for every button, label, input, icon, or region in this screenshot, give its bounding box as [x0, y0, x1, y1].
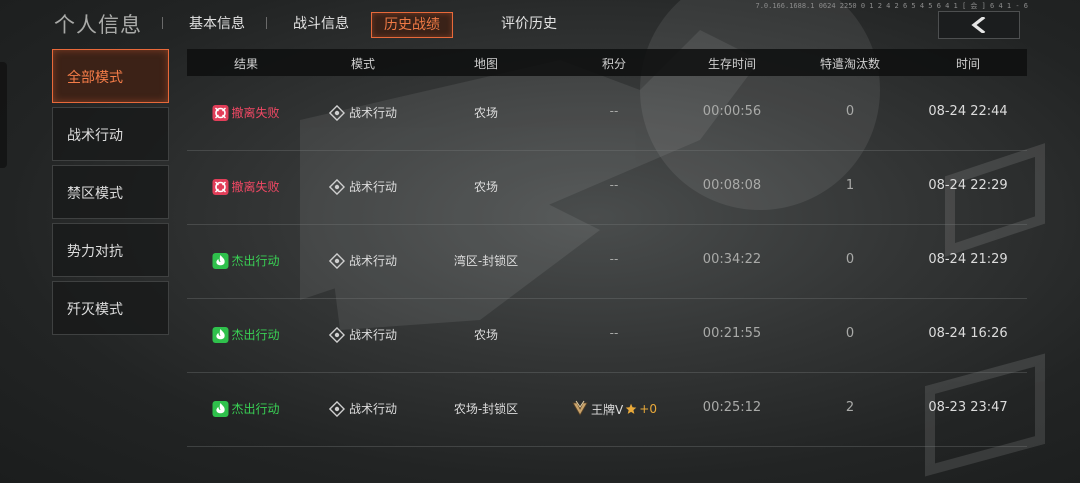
- outstanding-operation-icon: [212, 326, 229, 343]
- table-row[interactable]: 杰出行动 战术行动 湾区-封锁区 -- 00:34:22 0 08-24 21:…: [187, 224, 1027, 299]
- extraction-failed-icon: [212, 104, 229, 121]
- map-cell: 农场: [473, 180, 499, 194]
- result-text: 撤离失败: [231, 180, 280, 194]
- mode-cell: 战术行动: [328, 252, 398, 269]
- eliminations-cell: 2: [845, 400, 855, 415]
- column-header-score: 积分: [601, 57, 627, 71]
- table-row[interactable]: 杰出行动 战术行动 农场 -- 00:21:55 0 08-24 16:26: [187, 298, 1027, 373]
- eliminations-cell: 0: [845, 326, 855, 341]
- score-delta: +0: [639, 402, 657, 416]
- eliminations-cell: 0: [845, 104, 855, 119]
- column-header-mode: 模式: [350, 57, 376, 71]
- survival-time-cell: 00:08:08: [702, 178, 762, 193]
- result-cell: 撤离失败: [212, 104, 280, 121]
- survival-time-cell: 00:34:22: [702, 252, 762, 267]
- result-cell: 杰出行动: [212, 400, 280, 417]
- mode-cell: 战术行动: [328, 104, 398, 121]
- extraction-failed-icon: [212, 178, 229, 195]
- score-cell: 王牌V +0: [571, 400, 657, 418]
- score-cell: --: [609, 178, 619, 192]
- result-text: 杰出行动: [231, 402, 280, 416]
- match-time-cell: 08-23 23:47: [928, 400, 1008, 415]
- result-text: 杰出行动: [231, 328, 280, 342]
- left-edge-handle: [0, 62, 7, 168]
- sidebar-item-restricted-zone[interactable]: 禁区模式: [52, 165, 169, 219]
- mode-text: 战术行动: [348, 180, 398, 194]
- back-arrow-icon: [971, 17, 986, 33]
- tactical-mode-icon: [328, 326, 345, 343]
- back-button[interactable]: [938, 11, 1020, 39]
- tactical-mode-icon: [328, 104, 345, 121]
- mode-text: 战术行动: [348, 254, 398, 268]
- header-bar: 个人信息 基本信息 战斗信息 历史战绩 评价历史 7.0.166.1688.1 …: [0, 0, 1080, 46]
- table-row[interactable]: 撤离失败 战术行动 农场 -- 00:00:56 0 08-24 22:44: [187, 76, 1027, 151]
- sidebar-item-label: 歼灭模式: [67, 302, 123, 318]
- match-time-cell: 08-24 22:29: [928, 178, 1008, 193]
- mode-text: 战术行动: [348, 106, 398, 120]
- sidebar-item-tactical[interactable]: 战术行动: [52, 107, 169, 161]
- tactical-mode-icon: [328, 252, 345, 269]
- survival-time-cell: 00:21:55: [702, 326, 762, 341]
- sidebar-item-label: 禁区模式: [67, 186, 123, 202]
- table-row[interactable]: 撤离失败 战术行动 农场 -- 00:08:08 1 08-24 22:29: [187, 150, 1027, 225]
- column-header-result: 结果: [233, 57, 259, 71]
- survival-time-cell: 00:00:56: [702, 104, 762, 119]
- result-text: 撤离失败: [231, 106, 280, 120]
- outstanding-operation-icon: [212, 400, 229, 417]
- sidebar-item-label: 全部模式: [67, 70, 123, 86]
- table-row[interactable]: 杰出行动 战术行动 农场-封锁区 王牌V +0 00:25:12 2 08-23…: [187, 372, 1027, 447]
- match-time-cell: 08-24 16:26: [928, 326, 1008, 341]
- mode-text: 战术行动: [348, 402, 398, 416]
- page-title: 个人信息: [54, 13, 142, 37]
- map-cell: 湾区-封锁区: [453, 254, 519, 268]
- tab-rating-history[interactable]: 评价历史: [501, 13, 557, 35]
- eliminations-cell: 0: [845, 252, 855, 267]
- result-cell: 杰出行动: [212, 252, 280, 269]
- outstanding-operation-icon: [212, 252, 229, 269]
- survival-time-cell: 00:25:12: [702, 400, 762, 415]
- eliminations-cell: 1: [845, 178, 855, 193]
- result-cell: 杰出行动: [212, 326, 280, 343]
- result-cell: 撤离失败: [212, 178, 280, 195]
- mode-cell: 战术行动: [328, 178, 398, 195]
- tab-basic-info[interactable]: 基本信息: [189, 13, 245, 35]
- tactical-mode-icon: [328, 400, 345, 417]
- column-header-eliminations: 特遣淘汰数: [819, 57, 881, 71]
- table-header: 结果 模式 地图 积分 生存时间 特遣淘汰数 时间: [187, 49, 1027, 76]
- sidebar-item-label: 势力对抗: [67, 244, 123, 260]
- match-time-cell: 08-24 22:44: [928, 104, 1008, 119]
- map-cell: 农场: [473, 328, 499, 342]
- rank-text: 王牌V: [591, 402, 624, 417]
- score-cell: --: [609, 326, 619, 340]
- map-cell: 农场: [473, 106, 499, 120]
- score-cell: --: [609, 252, 619, 266]
- column-header-time: 时间: [955, 57, 981, 71]
- mode-cell: 战术行动: [328, 326, 398, 343]
- version-info: 7.0.166.1688.1 0624 2250 0 1 2 4 2 6 5 4…: [755, 2, 1028, 10]
- sidebar-item-label: 战术行动: [67, 128, 123, 144]
- nav-divider: [162, 17, 163, 29]
- sidebar-item-all-modes[interactable]: 全部模式: [52, 49, 169, 103]
- mode-cell: 战术行动: [328, 400, 398, 417]
- score-cell: --: [609, 104, 619, 118]
- map-cell: 农场-封锁区: [453, 402, 519, 416]
- column-header-survival-time: 生存时间: [707, 57, 757, 71]
- tactical-mode-icon: [328, 178, 345, 195]
- sidebar-item-annihilation[interactable]: 歼灭模式: [52, 281, 169, 335]
- star-icon: [625, 403, 637, 414]
- result-text: 杰出行动: [231, 254, 280, 268]
- tab-battle-info[interactable]: 战斗信息: [293, 13, 349, 35]
- match-time-cell: 08-24 21:29: [928, 252, 1008, 267]
- nav-divider: [266, 17, 267, 29]
- sidebar-item-faction-battle[interactable]: 势力对抗: [52, 223, 169, 277]
- ace-rank-icon: [572, 400, 588, 416]
- column-header-map: 地图: [473, 57, 499, 71]
- tab-match-history[interactable]: 历史战绩: [371, 12, 453, 38]
- mode-text: 战术行动: [348, 328, 398, 342]
